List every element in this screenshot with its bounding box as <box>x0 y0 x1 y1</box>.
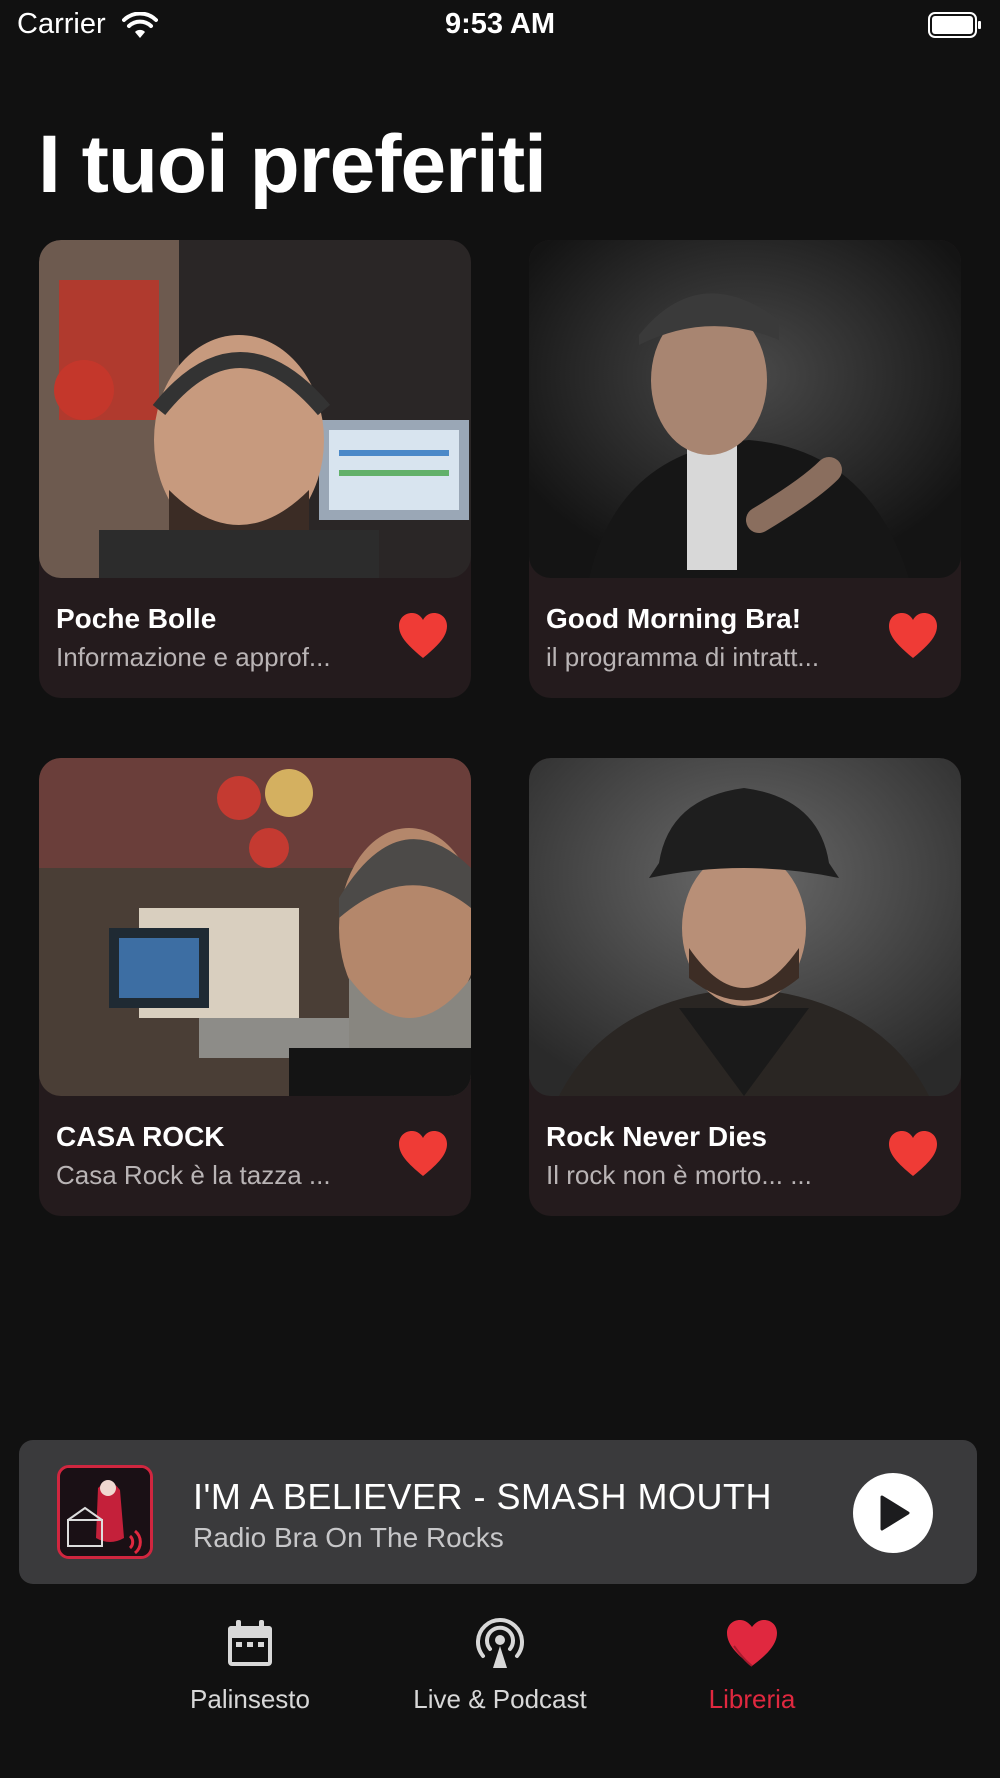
show-image <box>529 758 961 1096</box>
podcast-icon <box>476 1618 524 1668</box>
heart-icon[interactable] <box>887 612 939 660</box>
favorite-card[interactable]: CASA ROCK Casa Rock è la tazza ... <box>39 758 471 1216</box>
show-image <box>39 240 471 578</box>
heart-icon <box>727 1620 777 1667</box>
show-title: Rock Never Dies <box>546 1121 768 1152</box>
battery-icon <box>928 12 981 38</box>
play-button[interactable] <box>853 1473 933 1553</box>
now-playing-title: I'M A BELIEVER - SMASH MOUTH <box>193 1476 772 1517</box>
heart-icon[interactable] <box>397 1130 449 1178</box>
show-title: Poche Bolle <box>56 603 217 634</box>
heart-icon[interactable] <box>887 1130 939 1178</box>
clock: 9:53 AM <box>444 8 556 40</box>
play-icon <box>880 1495 910 1531</box>
show-description: Casa Rock è la tazza ... <box>56 1160 331 1190</box>
status-bar: Carrier 9:53 AM <box>0 0 1000 52</box>
show-description: Il rock non è morto... ... <box>546 1160 812 1190</box>
show-image <box>39 758 471 1096</box>
tab-label: Libreria <box>708 1684 796 1714</box>
tab-palinsesto[interactable]: Palinsesto <box>125 1616 375 1715</box>
show-title: Good Morning Bra! <box>546 603 802 634</box>
tab-label: Live & Podcast <box>413 1684 587 1714</box>
tab-live-podcast[interactable]: Live & Podcast <box>375 1616 625 1715</box>
heart-icon[interactable] <box>397 612 449 660</box>
show-image <box>529 240 961 578</box>
calendar-icon <box>228 1620 272 1666</box>
mini-player[interactable]: I'M A BELIEVER - SMASH MOUTH Radio Bra O… <box>19 1440 977 1584</box>
favorite-card[interactable]: Good Morning Bra! il programma di intrat… <box>529 240 961 698</box>
favorite-card[interactable]: Poche Bolle Informazione e approf... <box>39 240 471 698</box>
now-playing-station: Radio Bra On The Rocks <box>193 1522 504 1553</box>
tab-label: Palinsesto <box>190 1684 310 1714</box>
station-logo <box>57 1465 153 1559</box>
page-title: I tuoi preferiti <box>38 119 547 210</box>
tab-libreria[interactable]: Libreria <box>627 1616 877 1715</box>
show-title: CASA ROCK <box>56 1121 225 1152</box>
show-description: il programma di intratt... <box>546 642 820 672</box>
favorite-card[interactable]: Rock Never Dies Il rock non è morto... .… <box>529 758 961 1216</box>
show-description: Informazione e approf... <box>56 642 331 672</box>
